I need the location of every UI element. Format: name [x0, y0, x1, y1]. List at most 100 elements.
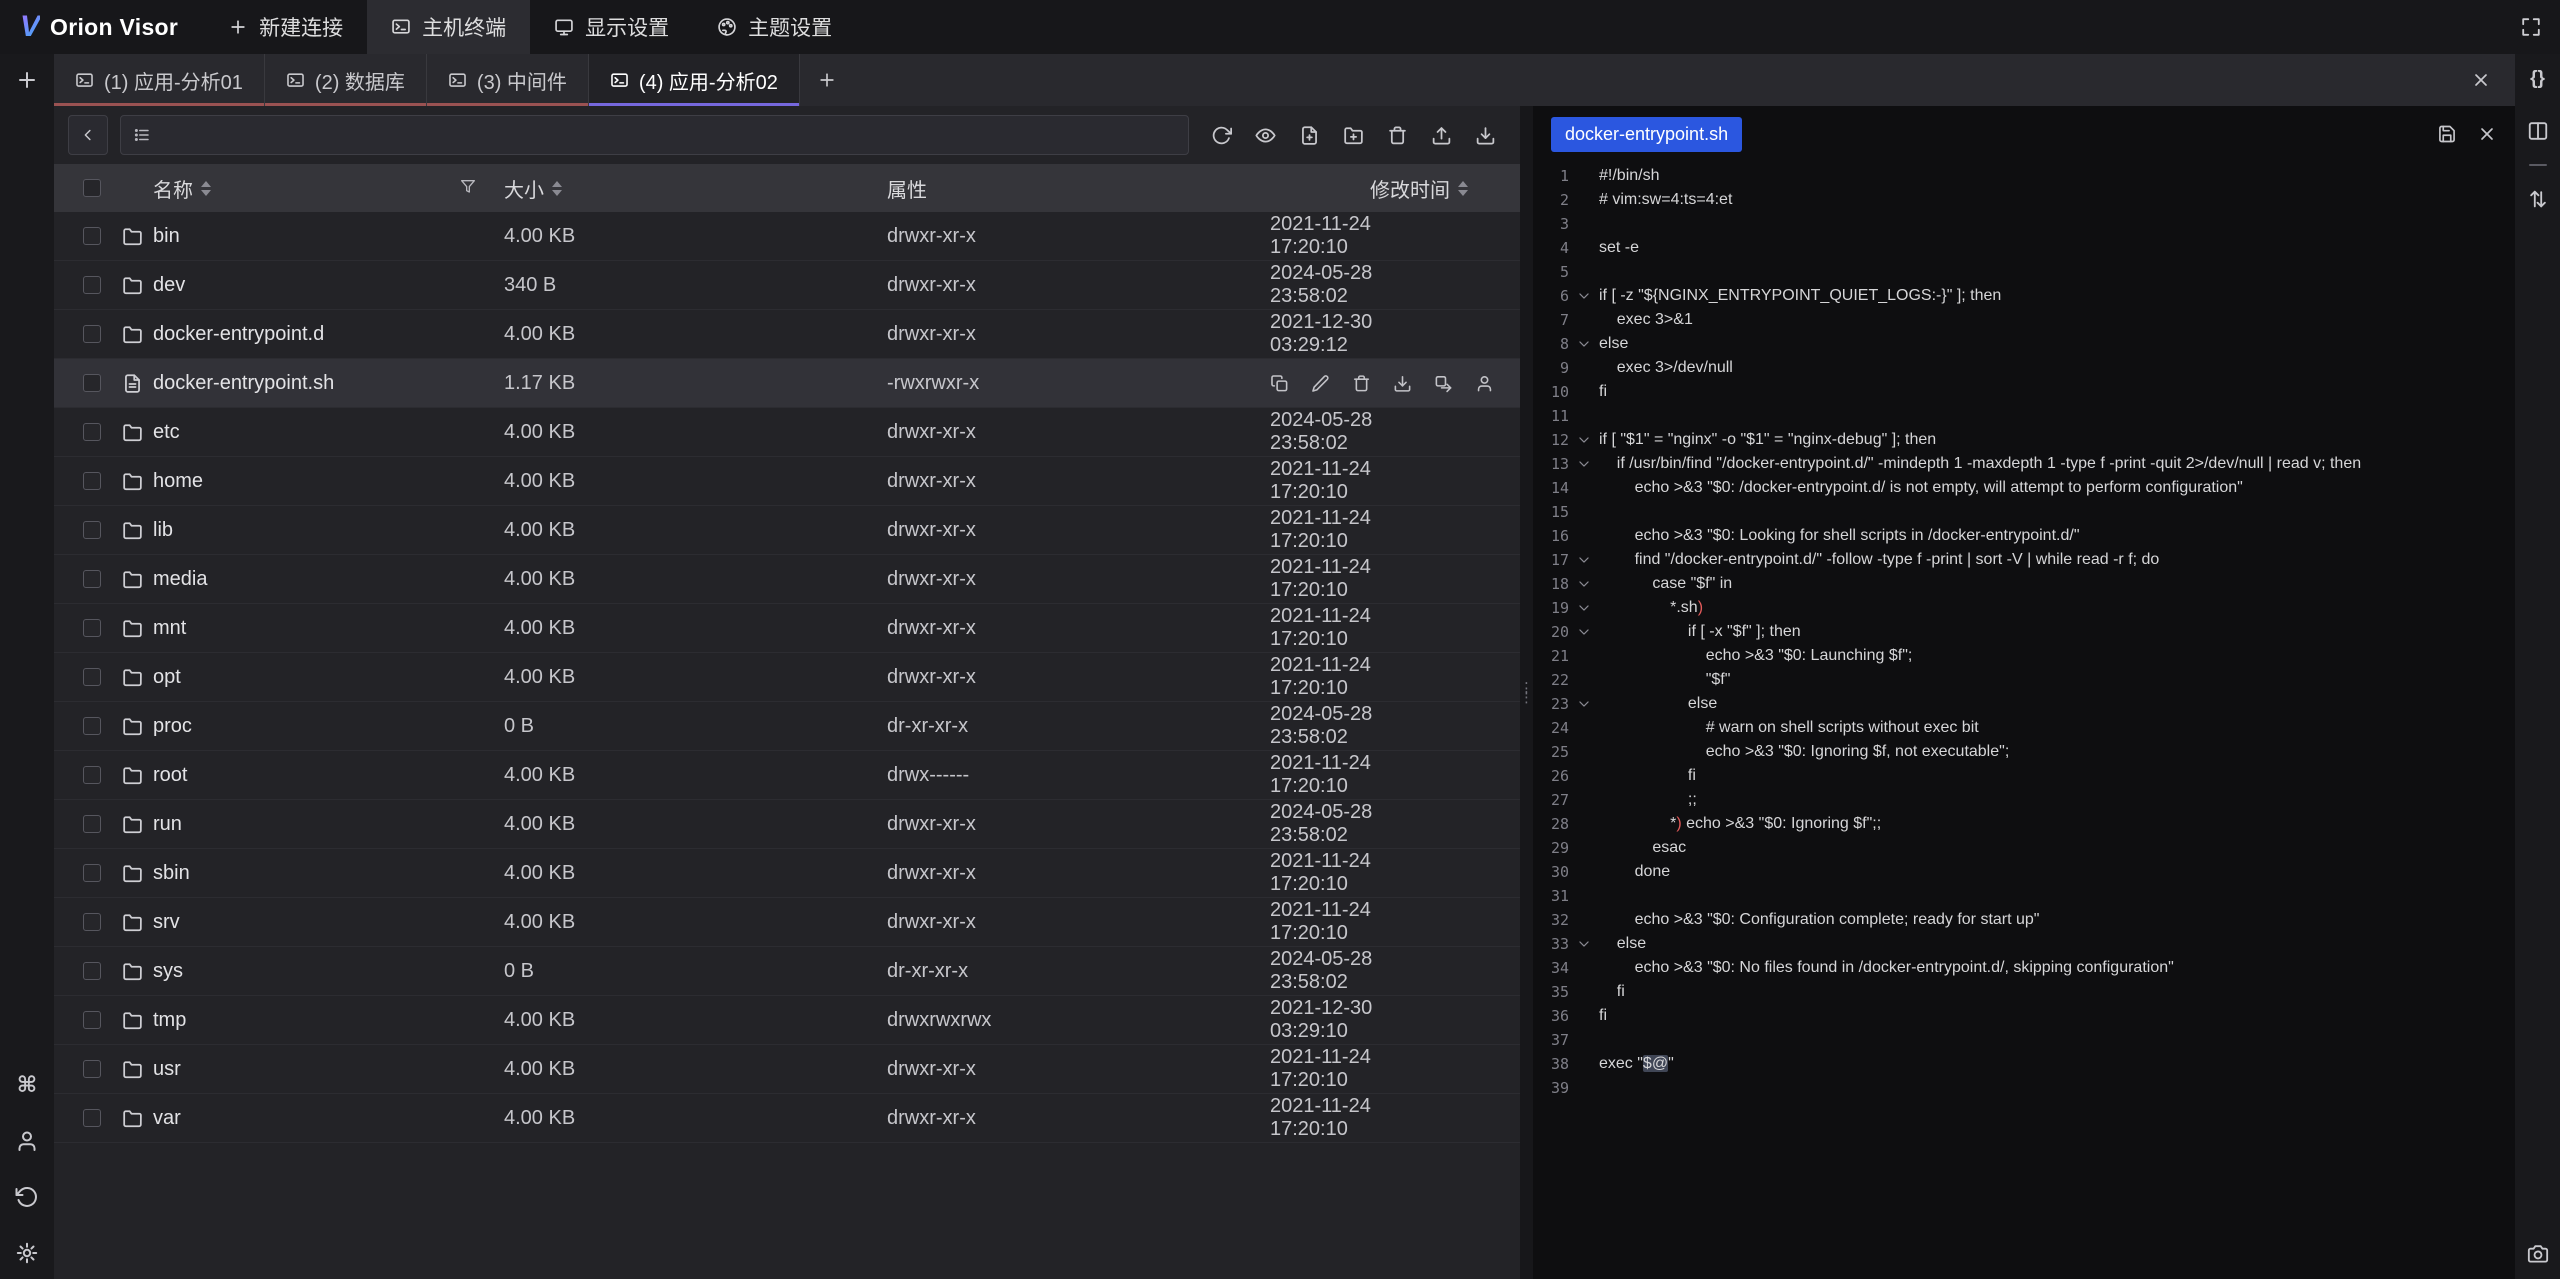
save-icon[interactable]: [2437, 124, 2457, 144]
row-checkbox[interactable]: [83, 276, 101, 294]
code-editor[interactable]: 1#!/bin/sh2# vim:sw=4:ts=4:et34set -e56i…: [1533, 162, 2515, 1279]
filter-name-button[interactable]: [460, 177, 476, 200]
new-file-button[interactable]: [1299, 125, 1320, 146]
fold-chevron-icon[interactable]: [1577, 937, 1591, 951]
fold-chevron-icon[interactable]: [1577, 337, 1591, 351]
row-checkbox[interactable]: [83, 325, 101, 343]
line-number: 7: [1533, 311, 1569, 329]
code-line: 11: [1533, 404, 2515, 428]
row-checkbox[interactable]: [83, 521, 101, 539]
row-checkbox[interactable]: [83, 374, 101, 392]
close-editor-icon[interactable]: [2477, 124, 2497, 144]
fold-chevron-icon[interactable]: [1577, 433, 1591, 447]
file-row[interactable]: root4.00 KBdrwx------2021-11-24 17:20:10: [54, 751, 1520, 800]
file-row[interactable]: etc4.00 KBdrwxr-xr-x2024-05-28 23:58:02: [54, 408, 1520, 457]
file-row[interactable]: var4.00 KBdrwxr-xr-x2021-11-24 17:20:10: [54, 1094, 1520, 1143]
menu-item-display-settings[interactable]: 显示设置: [530, 0, 693, 54]
row-checkbox[interactable]: [83, 962, 101, 980]
sync-icon[interactable]: [15, 1185, 39, 1209]
row-checkbox[interactable]: [83, 423, 101, 441]
delete-button[interactable]: [1387, 125, 1408, 146]
new-panel-icon[interactable]: [15, 68, 39, 92]
download-button[interactable]: [1475, 125, 1496, 146]
file-row[interactable]: mnt4.00 KBdrwxr-xr-x2021-11-24 17:20:10: [54, 604, 1520, 653]
panel-splitter[interactable]: [1520, 106, 1533, 1279]
edit-button[interactable]: [1311, 374, 1330, 393]
new-tab-button[interactable]: [800, 54, 854, 106]
fullscreen-button[interactable]: [2502, 16, 2560, 38]
file-name: sys: [153, 960, 183, 983]
fold-chevron-icon[interactable]: [1577, 601, 1591, 615]
row-checkbox[interactable]: [83, 815, 101, 833]
new-folder-button[interactable]: [1343, 125, 1364, 146]
row-checkbox[interactable]: [83, 1011, 101, 1029]
row-checkbox[interactable]: [83, 864, 101, 882]
menu-item-new-connection[interactable]: 新建连接: [204, 0, 367, 54]
copy-path-button[interactable]: [1270, 374, 1289, 393]
row-checkbox[interactable]: [83, 570, 101, 588]
select-all-checkbox[interactable]: [83, 179, 101, 197]
screenshot-icon[interactable]: [2527, 1243, 2549, 1265]
layout-icon[interactable]: [2527, 120, 2549, 142]
delete-button[interactable]: [1352, 374, 1371, 393]
file-row[interactable]: home4.00 KBdrwxr-xr-x2021-11-24 17:20:10: [54, 457, 1520, 506]
snippets-icon[interactable]: {}: [2527, 68, 2549, 90]
terminal-tab-1[interactable]: (1) 应用-分析01: [54, 54, 265, 106]
sort-name-button[interactable]: [201, 181, 211, 196]
terminal-tab-3[interactable]: (3) 中间件: [427, 54, 589, 106]
fold-gutter: [1569, 577, 1599, 591]
file-row[interactable]: sys0 Bdr-xr-xr-x2024-05-28 23:58:02: [54, 947, 1520, 996]
file-row[interactable]: proc0 Bdr-xr-xr-x2024-05-28 23:58:02: [54, 702, 1520, 751]
download-button[interactable]: [1393, 374, 1412, 393]
fold-chevron-icon[interactable]: [1577, 553, 1591, 567]
close-terminal-button[interactable]: [2447, 54, 2515, 106]
file-row[interactable]: media4.00 KBdrwxr-xr-x2021-11-24 17:20:1…: [54, 555, 1520, 604]
fold-chevron-icon[interactable]: [1577, 289, 1591, 303]
file-row[interactable]: lib4.00 KBdrwxr-xr-x2021-11-24 17:20:10: [54, 506, 1520, 555]
terminal-tab-2[interactable]: (2) 数据库: [265, 54, 427, 106]
row-checkbox[interactable]: [83, 1060, 101, 1078]
sort-size-button[interactable]: [552, 181, 562, 196]
toggle-hidden-button[interactable]: [1255, 125, 1276, 146]
user-icon[interactable]: [15, 1129, 39, 1153]
fold-chevron-icon[interactable]: [1577, 697, 1591, 711]
settings-icon[interactable]: [15, 1241, 39, 1265]
editor-file-tab[interactable]: docker-entrypoint.sh: [1551, 117, 1742, 152]
folder-icon: [122, 1010, 143, 1031]
move-button[interactable]: [1434, 374, 1453, 393]
file-row[interactable]: docker-entrypoint.sh1.17 KB-rwxrwxr-x: [54, 359, 1520, 408]
file-row[interactable]: docker-entrypoint.d4.00 KBdrwxr-xr-x2021…: [54, 310, 1520, 359]
file-row[interactable]: bin4.00 KBdrwxr-xr-x2021-11-24 17:20:10: [54, 212, 1520, 261]
fold-chevron-icon[interactable]: [1577, 625, 1591, 639]
row-checkbox[interactable]: [83, 472, 101, 490]
upload-button[interactable]: [1431, 125, 1452, 146]
file-row[interactable]: dev340 Bdrwxr-xr-x2024-05-28 23:58:02: [54, 261, 1520, 310]
line-number: 13: [1533, 455, 1569, 473]
file-row[interactable]: run4.00 KBdrwxr-xr-x2024-05-28 23:58:02: [54, 800, 1520, 849]
file-row[interactable]: sbin4.00 KBdrwxr-xr-x2021-11-24 17:20:10: [54, 849, 1520, 898]
row-checkbox[interactable]: [83, 619, 101, 637]
file-row[interactable]: tmp4.00 KBdrwxrwxrwx2021-12-30 03:29:10: [54, 996, 1520, 1045]
row-checkbox[interactable]: [83, 1109, 101, 1127]
row-checkbox[interactable]: [83, 717, 101, 735]
terminal-tab-4[interactable]: (4) 应用-分析02: [589, 54, 800, 106]
back-button[interactable]: [68, 115, 108, 155]
permission-button[interactable]: [1475, 374, 1494, 393]
file-row[interactable]: srv4.00 KBdrwxr-xr-x2021-11-24 17:20:10: [54, 898, 1520, 947]
menu-item-host-terminal[interactable]: 主机终端: [367, 0, 530, 54]
row-checkbox[interactable]: [83, 227, 101, 245]
sort-icon[interactable]: [2527, 188, 2549, 210]
sort-mtime-button[interactable]: [1458, 181, 1468, 196]
app-logo[interactable]: V Orion Visor: [0, 10, 204, 44]
row-checkbox[interactable]: [83, 913, 101, 931]
menu-item-theme-settings[interactable]: 主题设置: [693, 0, 856, 54]
file-row[interactable]: usr4.00 KBdrwxr-xr-x2021-11-24 17:20:10: [54, 1045, 1520, 1094]
refresh-button[interactable]: [1211, 125, 1232, 146]
row-checkbox[interactable]: [83, 766, 101, 784]
row-checkbox[interactable]: [83, 668, 101, 686]
fold-chevron-icon[interactable]: [1577, 577, 1591, 591]
command-icon[interactable]: ⌘: [15, 1073, 39, 1097]
fold-chevron-icon[interactable]: [1577, 457, 1591, 471]
file-row[interactable]: opt4.00 KBdrwxr-xr-x2021-11-24 17:20:10: [54, 653, 1520, 702]
path-input[interactable]: [161, 123, 1176, 147]
